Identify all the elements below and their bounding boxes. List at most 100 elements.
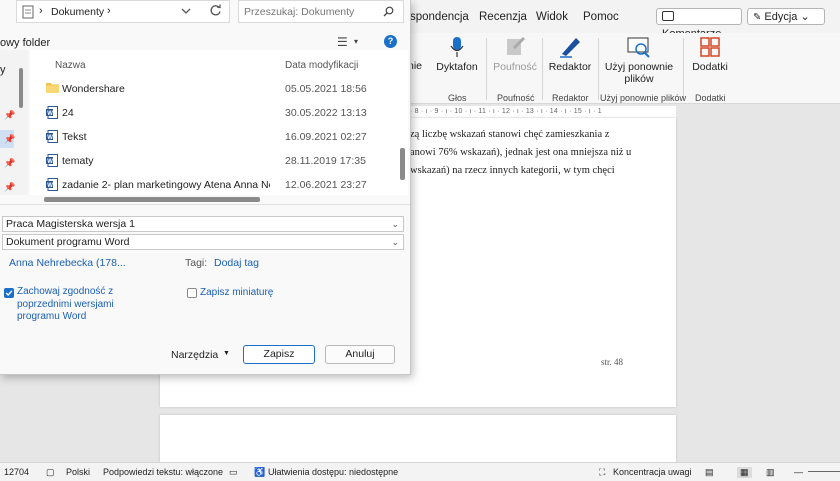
folder-icon	[46, 83, 59, 93]
compatibility-label[interactable]: Zachowaj zgodność z poprzednimi wersjami…	[17, 286, 114, 324]
reuse-files-button[interactable]: Użyj ponownie plików	[603, 36, 675, 85]
document-page-next[interactable]	[160, 415, 676, 465]
word-document-icon: W	[46, 106, 58, 119]
file-name-input[interactable]: Praca Magisterska wersja 1 ⌄	[2, 216, 404, 232]
file-type-select[interactable]: Dokument programu Word ⌄	[2, 234, 404, 250]
pencil-icon: ✎	[753, 12, 762, 23]
file-date: 12.06.2021 23:27	[285, 179, 367, 191]
addins-icon	[700, 37, 720, 57]
file-name: Wondershare	[62, 83, 125, 95]
file-name: 24	[62, 107, 74, 119]
chevron-down-icon[interactable]: ⌄	[391, 217, 399, 231]
file-name-value: Praca Magisterska wersja 1	[6, 218, 135, 230]
svg-text:W: W	[47, 135, 53, 141]
divider	[0, 204, 410, 205]
read-mode-icon[interactable]: ▤	[705, 467, 714, 478]
group-label-reuse: Użyj ponownie plików	[600, 93, 687, 103]
focus-mode[interactable]: Koncentracja uwagi	[613, 467, 692, 477]
sensitivity-button[interactable]: Poufność	[490, 36, 540, 73]
help-icon[interactable]: ?	[384, 35, 397, 48]
search-box[interactable]: Przeszukaj: Dokumenty	[238, 0, 404, 23]
ribbon-group-separator	[542, 38, 543, 100]
print-layout-icon[interactable]: ▦	[737, 467, 752, 478]
web-layout-icon[interactable]: ▥	[766, 467, 775, 478]
language[interactable]: Polski	[66, 467, 90, 477]
horizontal-scrollbar-thumb[interactable]	[44, 197, 260, 202]
pin-icon[interactable]: 📌	[4, 110, 15, 121]
reuse-files-label: Użyj ponownie plików	[604, 61, 674, 85]
menu-view[interactable]: Widok	[536, 11, 568, 23]
ribbon-group-separator	[486, 38, 487, 100]
file-row[interactable]: W 24 30.05.2022 13:13	[30, 101, 394, 124]
microphone-icon	[450, 37, 464, 57]
file-row[interactable]: Wondershare 05.05.2021 18:56	[30, 77, 394, 100]
text-predictions[interactable]: Podpowiedzi tekstu: włączone	[103, 467, 223, 477]
view-icon[interactable]: ☰	[337, 35, 348, 49]
compatibility-checkbox[interactable]	[4, 288, 14, 298]
menu-review[interactable]: Recenzja	[479, 11, 527, 23]
status-bar: 12704 ▢ Polski Podpowiedzi tekstu: włącz…	[0, 462, 840, 481]
nav-item-partial[interactable]: y	[0, 64, 6, 76]
breadcrumb[interactable]: Dokumenty	[51, 6, 104, 18]
save-button[interactable]: Zapisz	[243, 345, 315, 364]
search-icon[interactable]	[383, 6, 394, 17]
focus-icon: ⛶	[599, 467, 606, 477]
cancel-button[interactable]: Anuluj	[325, 345, 395, 364]
document-text-line: zą liczbę wskazań stanowi chęć zamieszka…	[410, 129, 610, 140]
pin-icon[interactable]: 📌	[4, 158, 15, 169]
dictate-button[interactable]: Dyktafon	[432, 36, 482, 73]
nav-scrollbar-thumb[interactable]	[19, 68, 23, 108]
editing-label: Edycja	[764, 11, 798, 23]
breadcrumb-separator-end[interactable]: ›	[107, 5, 111, 17]
svg-text:W: W	[47, 159, 53, 165]
compatibility-label-line: Zachowaj zgodność z	[17, 286, 114, 297]
chevron-down-icon[interactable]	[181, 7, 191, 15]
file-date: 30.05.2022 13:13	[285, 107, 367, 119]
group-label-addins: Dodatki	[695, 93, 726, 103]
address-bar[interactable]: › Dokumenty ›	[16, 0, 230, 23]
editor-button[interactable]: Redaktor	[545, 36, 595, 73]
view-chevron-icon[interactable]: ▾	[354, 37, 358, 46]
svg-text:W: W	[47, 111, 53, 117]
document-folder-icon	[22, 5, 34, 19]
group-label-editor: Redaktor	[552, 93, 589, 103]
tools-button[interactable]: Narzędzia	[171, 349, 218, 361]
pin-icon[interactable]: 📌	[4, 182, 15, 193]
file-date: 05.05.2021 18:56	[285, 83, 367, 95]
zoom-out-icon[interactable]: —	[794, 467, 803, 477]
comments-button[interactable]: Komentarze	[656, 8, 742, 40]
compatibility-label-line: poprzednimi wersjami	[17, 298, 114, 310]
file-name: tematy	[62, 155, 94, 167]
accessibility-icon: ♿	[254, 467, 266, 477]
editing-button[interactable]: ✎ Edycja ⌄	[747, 8, 825, 25]
addins-button[interactable]: Dodatki	[688, 36, 732, 73]
authors-link[interactable]: Anna Nehrebecka (178...	[9, 257, 126, 269]
pin-icon[interactable]: 📌	[4, 134, 15, 145]
navigation-pane: y 📌 📌 📌 📌	[0, 50, 28, 195]
chevron-down-icon[interactable]: ⌄	[391, 235, 399, 249]
thumbnail-checkbox[interactable]	[187, 288, 197, 298]
word-document-icon: W	[46, 178, 58, 191]
file-row[interactable]: W Tekst 16.09.2021 02:27	[30, 125, 394, 148]
compatibility-label-line: programu Word	[17, 311, 87, 322]
refresh-icon[interactable]	[209, 4, 222, 17]
new-folder-button[interactable]: owy folder	[0, 37, 50, 49]
thumbnail-label[interactable]: Zapisz miniaturę	[200, 287, 273, 298]
file-list-scrollbar-thumb[interactable]	[400, 148, 405, 180]
column-header-date[interactable]: Data modyfikacji	[285, 60, 358, 71]
svg-text:W: W	[47, 183, 53, 189]
sensitivity-label: Poufność	[493, 61, 537, 73]
editor-label: Redaktor	[548, 61, 592, 73]
file-name: Tekst	[62, 131, 87, 143]
file-row[interactable]: W zadanie 2- plan marketingowy Atena Ann…	[30, 173, 394, 196]
menu-references[interactable]: spondencja	[410, 11, 469, 23]
word-count[interactable]: 12704	[4, 467, 29, 477]
accessibility-status[interactable]: Ułatwienia dostępu: niedostępne	[268, 467, 398, 477]
tools-caret-icon[interactable]: ▼	[223, 350, 230, 357]
column-header-name[interactable]: Nazwa	[55, 60, 86, 71]
menu-help[interactable]: Pomoc	[583, 11, 619, 23]
comment-icon	[662, 11, 674, 21]
add-tag-link[interactable]: Dodaj tag	[214, 257, 259, 269]
zoom-slider[interactable]	[808, 471, 840, 472]
file-row[interactable]: W tematy 28.11.2019 17:35	[30, 149, 394, 172]
